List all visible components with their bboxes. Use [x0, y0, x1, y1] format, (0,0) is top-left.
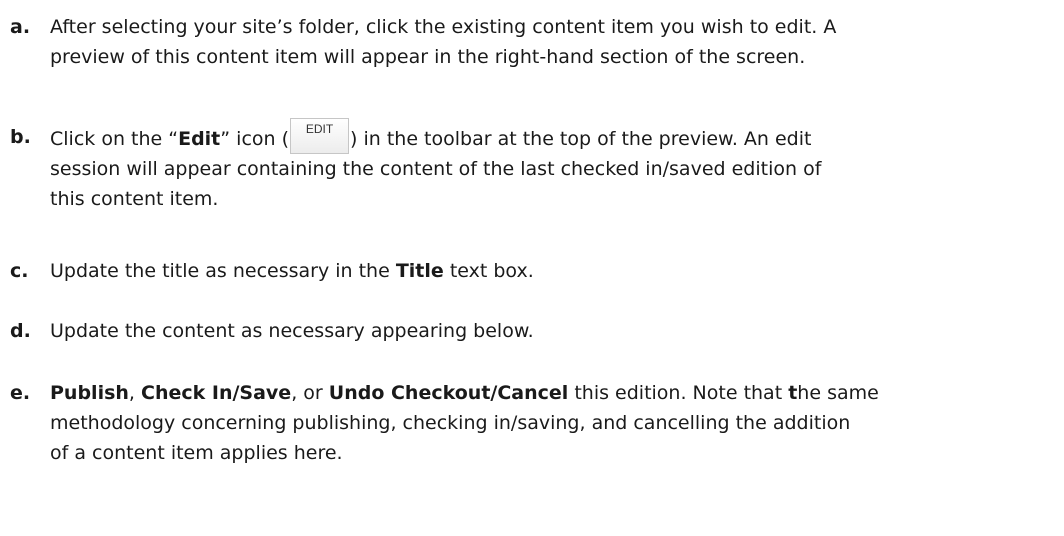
text-span: this edition. Note that [568, 382, 789, 404]
text-line: Update the title as necessary in the Tit… [50, 256, 1060, 286]
list-marker: b. [10, 126, 31, 148]
list-item-text: Update the content as necessary appearin… [50, 316, 1060, 346]
text-line: Update the content as necessary appearin… [50, 320, 534, 342]
text-span: Click on the “ [50, 128, 179, 150]
text-span: Update the title as necessary in the [50, 260, 396, 282]
list-item-text: Publish, Check In/Save, or Undo Checkout… [50, 378, 1060, 468]
text-line: preview of this content item will appear… [50, 46, 806, 68]
text-line: Click on the “Edit” icon (EDIT) in the t… [50, 118, 1060, 154]
bold-term: Title [395, 260, 444, 282]
text-line: After selecting your site’s folder, clic… [50, 16, 837, 38]
text-span: text box. [443, 260, 534, 282]
list-item-text: After selecting your site’s folder, clic… [50, 12, 1060, 72]
bold-term: Check In/Save [141, 382, 292, 404]
instruction-document: a. After selecting your site’s folder, c… [0, 0, 1064, 536]
bold-term: Edit [178, 128, 221, 150]
list-item-text: Click on the “Edit” icon (EDIT) in the t… [50, 118, 1060, 214]
text-line: methodology concerning publishing, check… [50, 412, 851, 434]
text-span: ” icon ( [220, 128, 290, 150]
text-span: , or [291, 382, 329, 404]
bold-term: Undo Checkout/Cancel [328, 382, 569, 404]
edit-button-image: EDIT [290, 118, 350, 154]
list-item-text: Update the title as necessary in the Tit… [50, 256, 1060, 286]
list-marker: d. [10, 320, 31, 342]
list-marker: c. [10, 260, 29, 282]
list-marker: e. [10, 382, 31, 404]
bold-term: Publish [50, 382, 129, 404]
list-marker: a. [10, 16, 31, 38]
text-line: of a content item applies here. [50, 442, 343, 464]
text-span: , [128, 382, 142, 404]
text-span: ) in the toolbar at the top of the previ… [350, 128, 812, 150]
text-span: he same [797, 382, 879, 404]
text-line: Publish, Check In/Save, or Undo Checkout… [50, 378, 1060, 408]
bold-term: t [788, 382, 798, 404]
text-line: this content item. [50, 188, 219, 210]
text-line: session will appear containing the conte… [50, 158, 822, 180]
